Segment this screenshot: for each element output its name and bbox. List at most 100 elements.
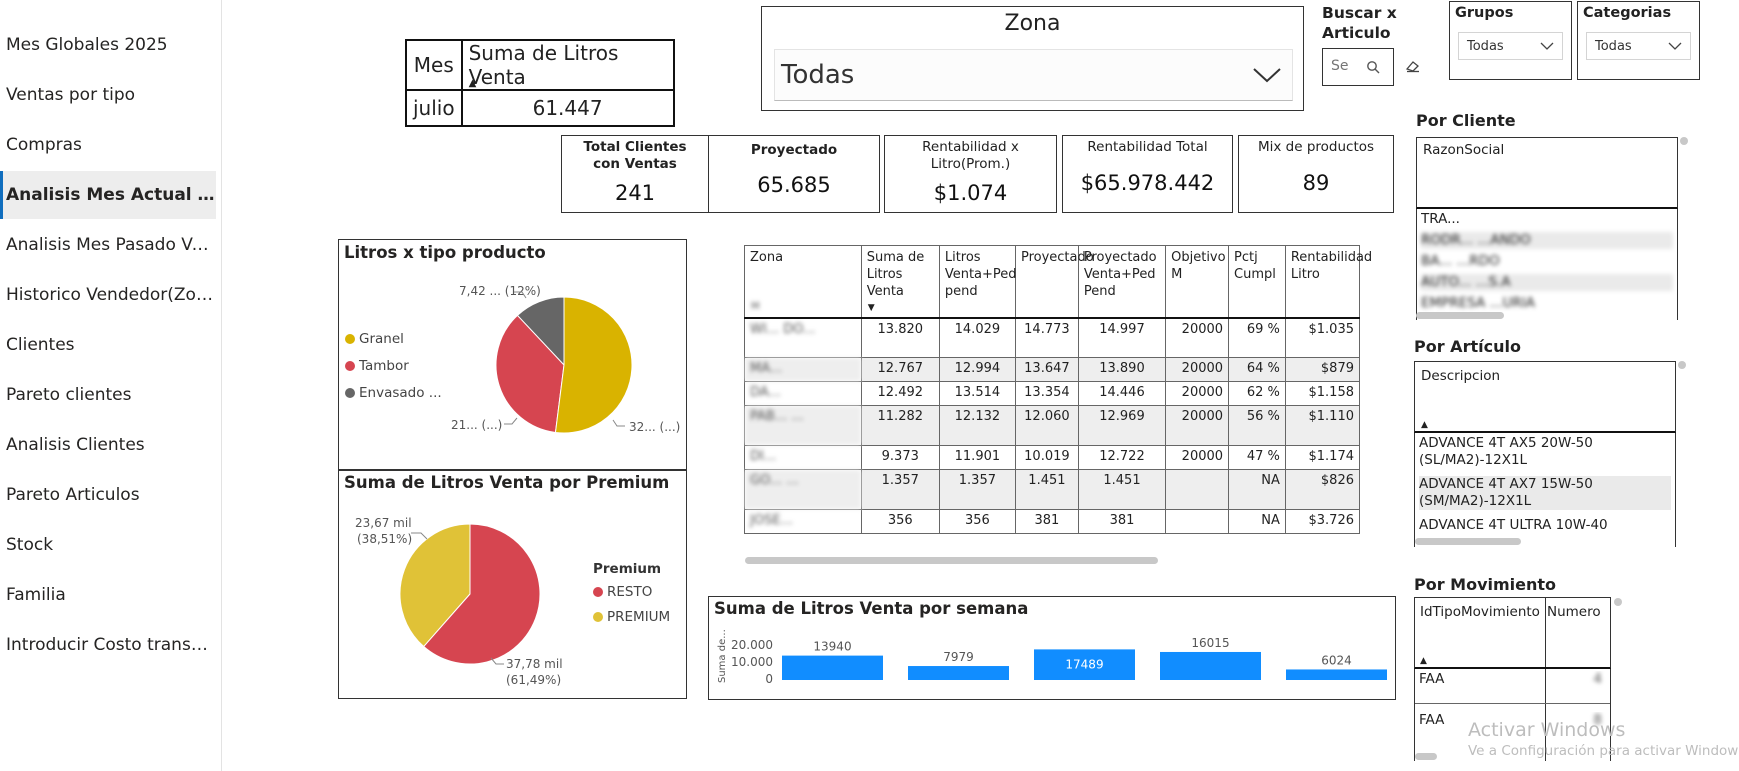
table-cell: $826 (1284, 469, 1361, 510)
table-cell: $1.174 (1284, 445, 1361, 470)
table-cell: 13.514 (938, 381, 1016, 406)
nav-item[interactable]: Pareto clientes (0, 371, 216, 419)
col-header-proyectado-ped[interactable]: Proyectado Venta+Ped Pend (1077, 245, 1167, 319)
table-cell: 56 % (1228, 405, 1286, 446)
table-cell: 20000 (1165, 445, 1230, 470)
table-row[interactable]: DA... 12.492 13.514 13.354 14.446 20000 62 % $1… (744, 381, 1361, 406)
scroll-thumb-icon[interactable] (1680, 137, 1688, 145)
search-input[interactable] (1331, 58, 1361, 74)
nav-item[interactable]: Historico Vendedor(Zona) (0, 271, 216, 319)
nav-item[interactable]: Analisis Mes Actual Ve... (0, 171, 216, 219)
list-item[interactable]: BA... ...RDO (1421, 253, 1673, 270)
table-row[interactable]: WI... DO... 13.820 14.029 14.773 14.997 20000… (744, 317, 1361, 358)
col-header-proyectado[interactable]: Proyectado (1014, 245, 1094, 319)
list-scrollbar[interactable] (1416, 312, 1504, 319)
bar-data-label: 17489 (1065, 658, 1103, 672)
scroll-thumb-icon[interactable] (1614, 598, 1622, 606)
nav-item[interactable]: Analisis Clientes (0, 421, 216, 469)
table-cell: 13.820 (860, 317, 940, 358)
list-header[interactable]: RazonSocial (1416, 137, 1678, 209)
nav-item[interactable]: Pareto Articulos (0, 471, 216, 519)
list-item[interactable]: FAA 4 (1419, 671, 1606, 688)
kpi-value: $1.074 (933, 181, 1008, 205)
slice-label-premium: 23,67 mil (355, 516, 412, 530)
table-row[interactable]: JOSE... 356 356 381 381 NA $3.726 (744, 509, 1361, 534)
nav-item[interactable]: Compras (0, 121, 216, 169)
table-row[interactable]: PAB... ... 11.282 12.132 12.060 12.969 20000 5… (744, 405, 1361, 446)
table-cell: $3.726 (1284, 509, 1361, 534)
nav-item[interactable]: Mes Globales 2025 (0, 21, 216, 69)
nav-item[interactable]: Analisis Mes Pasado Ve... (0, 221, 216, 269)
y-tick: 10.000 (731, 655, 773, 669)
list-header[interactable]: IdTipoMovimiento Numero ▲ (1414, 597, 1611, 669)
list-item[interactable]: AUTO... ...S.A (1421, 274, 1673, 291)
list-item[interactable]: ADVANCE 4T ULTRA 10W-40 (1419, 517, 1671, 534)
chevron-down-icon (1668, 42, 1682, 50)
nav-item[interactable]: Ventas por tipo (0, 71, 216, 119)
table-cell: 14.997 (1077, 317, 1167, 358)
bar[interactable] (1160, 651, 1261, 680)
eraser-icon[interactable] (1405, 59, 1421, 73)
bar[interactable] (782, 655, 883, 680)
nav-item[interactable]: Stock (0, 521, 216, 569)
pie-premium-chart: 23,67 mil (38,51%) 37,78 mil (61,49%) (355, 516, 563, 687)
col-header-zona[interactable]: Zona M (744, 245, 862, 319)
nav-item[interactable]: Familia (0, 571, 216, 619)
table-cell-zona: PAB... ... (744, 405, 862, 446)
table-cell: 12.722 (1077, 445, 1167, 470)
scroll-thumb-icon[interactable] (1678, 361, 1686, 369)
categorias-dropdown[interactable]: Todas (1586, 32, 1691, 60)
column-divider (1545, 598, 1546, 667)
kpi-title: Mix de productos (1257, 139, 1375, 155)
litros-header[interactable]: Suma de Litros Venta ▲ (460, 39, 675, 91)
table-cell-zona: DA... (744, 381, 862, 406)
bar-data-label: 16015 (1191, 636, 1229, 650)
y-tick: 0 (765, 672, 773, 686)
list-scrollbar[interactable] (1415, 753, 1437, 760)
table-row[interactable]: MA... 12.767 12.994 13.647 13.890 20000 64 % $8… (744, 357, 1361, 382)
col-header-litros-venta[interactable]: Suma de Litros Venta ▼ (860, 245, 940, 319)
col-header-litros-ped[interactable]: Litros Venta+Ped pend (938, 245, 1017, 319)
table-scrollbar[interactable] (745, 557, 1158, 564)
pie-slice-granel[interactable] (554, 296, 633, 434)
table-row[interactable]: GO... ... 1.357 1.357 1.451 1.451 NA $826 (744, 469, 1361, 510)
list-item[interactable]: ADVANCE 4T AX7 15W-50 (SM/MA2)-12X1L (1419, 476, 1671, 510)
list-item[interactable]: EMPRESA ...URIA (1421, 295, 1673, 312)
zona-dropdown-value: Todas (781, 60, 855, 90)
table-cell: 14.029 (938, 317, 1016, 358)
list-scrollbar[interactable] (1415, 538, 1521, 545)
nav-item[interactable]: Clientes (0, 321, 216, 369)
table-cell-zona: DI... (744, 445, 862, 470)
col-header-objetivo[interactable]: Objetivo M (1165, 245, 1230, 319)
bar[interactable] (1286, 669, 1387, 680)
table-cell: 62 % (1228, 381, 1286, 406)
search-icon[interactable] (1366, 60, 1380, 74)
litros-header-label: Suma de Litros Venta (468, 41, 619, 89)
table-cell: 13.647 (1014, 357, 1079, 382)
kpi-value: 241 (614, 181, 656, 205)
list-body: TRA... RODR... ...ANDO BA... ...RDO AUTO...… (1416, 209, 1678, 320)
zona-dropdown[interactable]: Todas (774, 49, 1293, 101)
row-divider (1415, 703, 1610, 704)
col-header-pctj[interactable]: Pctj Cumpl (1228, 245, 1286, 319)
kpi-total-clientes: Total Clientes con Ventas 241 (561, 135, 709, 213)
list-header[interactable]: Descripcion ▲ (1414, 361, 1676, 433)
list-item[interactable]: TRA... (1421, 211, 1673, 228)
pie-tipo-chart: 7,42 ... (12%) 21... (...) 32... (...) (451, 284, 680, 434)
nav-item[interactable]: Introducir Costo transp... (0, 621, 216, 669)
list-item[interactable]: RODR... ...ANDO (1421, 232, 1673, 249)
list-item[interactable]: ADVANCE 4T AX5 20W-50 (SL/MA2)-12X1L (1419, 435, 1671, 469)
weekly-bar-chart: Suma de... 20.000 10.000 0 13940 7979 1748… (717, 629, 1387, 686)
table-row[interactable]: DI... 9.373 11.901 10.019 12.722 20000 47 % $1.… (744, 445, 1361, 470)
bar[interactable] (908, 666, 1009, 680)
table-cell: 20000 (1165, 405, 1230, 446)
table-cell-zona: JOSE... (744, 509, 862, 534)
y-tick: 20.000 (731, 638, 773, 652)
search-box (1322, 48, 1394, 86)
grupos-dropdown[interactable]: Todas (1458, 32, 1563, 60)
col-header-rentabilidad[interactable]: Rentabilidad Litro (1284, 245, 1372, 319)
grupos-label: Grupos (1455, 5, 1514, 21)
table-cell: 9.373 (860, 445, 940, 470)
slice-label-envasado: 7,42 ... (12%) (459, 284, 541, 298)
col-header-subtext: M (751, 300, 760, 312)
